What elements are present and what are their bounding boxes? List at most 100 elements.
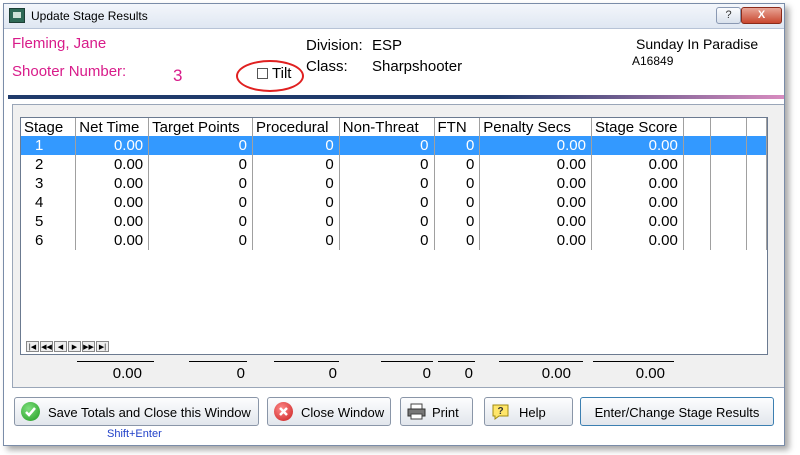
close-icon xyxy=(274,402,293,421)
table-cell[interactable]: 0.00 xyxy=(591,212,684,231)
table-cell[interactable]: 0.00 xyxy=(591,155,684,174)
table-cell[interactable]: 0 xyxy=(252,212,340,231)
table-cell[interactable]: 0.00 xyxy=(479,212,592,231)
close-window-button[interactable]: Close Window xyxy=(267,397,391,426)
printer-icon xyxy=(407,402,426,421)
division-label: Division: xyxy=(306,37,363,54)
division-value: ESP xyxy=(372,37,403,54)
table-cell[interactable]: 0 xyxy=(252,155,340,174)
table-cell[interactable]: 0.00 xyxy=(75,136,150,155)
table-cell[interactable]: 0.00 xyxy=(75,212,150,231)
table-cell[interactable]: 0 xyxy=(339,174,435,193)
table-cell[interactable]: 5 xyxy=(21,212,77,231)
tilt-checkbox[interactable] xyxy=(257,68,268,79)
table-cell[interactable]: 0 xyxy=(252,193,340,212)
table-cell[interactable]: 0 xyxy=(434,193,481,212)
table-cell-empty xyxy=(746,231,767,250)
table-cell[interactable]: 0.00 xyxy=(75,174,150,193)
table-cell[interactable]: 0.00 xyxy=(479,136,592,155)
col-header-ftn[interactable]: FTN xyxy=(434,118,481,136)
table-cell[interactable]: 4 xyxy=(21,193,77,212)
table-cell[interactable]: 0.00 xyxy=(479,193,592,212)
table-cell[interactable]: 2 xyxy=(21,155,77,174)
table-cell[interactable]: 0.00 xyxy=(479,155,592,174)
table-cell[interactable]: 0.00 xyxy=(591,174,684,193)
table-cell[interactable]: 0.00 xyxy=(591,136,684,155)
table-cell[interactable]: 0.00 xyxy=(479,174,592,193)
tilt-highlight-ring xyxy=(236,60,304,92)
grid-header-row: Stage Net Time Target Points Procedural … xyxy=(21,118,767,136)
table-row[interactable]: 5 0.00 0 0 0 0 0.00 0.00 xyxy=(21,212,767,231)
class-label: Class: xyxy=(306,58,348,75)
table-cell[interactable]: 0 xyxy=(339,193,435,212)
col-header-extra xyxy=(746,118,767,136)
table-cell[interactable]: 0.00 xyxy=(591,193,684,212)
table-cell[interactable]: 0 xyxy=(339,231,435,250)
next-page-button[interactable]: ▶▶ xyxy=(82,341,95,352)
col-header-stage-score[interactable]: Stage Score xyxy=(591,118,684,136)
table-cell[interactable]: 0 xyxy=(434,212,481,231)
table-cell[interactable]: 0 xyxy=(148,231,253,250)
print-button[interactable]: Print xyxy=(400,397,473,426)
help-button[interactable]: ? Help xyxy=(484,397,573,426)
table-cell-empty xyxy=(683,212,711,231)
table-cell-empty xyxy=(746,136,767,155)
table-cell[interactable]: 0.00 xyxy=(75,193,150,212)
title-bar[interactable]: Update Stage Results ? X xyxy=(4,4,784,29)
table-cell[interactable]: 0 xyxy=(339,155,435,174)
col-header-extra xyxy=(683,118,711,136)
table-cell[interactable]: 0.00 xyxy=(591,231,684,250)
table-cell[interactable]: 0 xyxy=(148,193,253,212)
first-record-button[interactable]: |◀ xyxy=(26,341,39,352)
table-row[interactable]: 1 0.00 0 0 0 0 0.00 0.00 xyxy=(21,136,767,155)
col-header-procedural[interactable]: Procedural xyxy=(252,118,340,136)
table-cell[interactable]: 6 xyxy=(21,231,77,250)
table-cell[interactable]: 1 xyxy=(21,136,77,155)
table-cell[interactable]: 0 xyxy=(252,136,340,155)
tilt-label[interactable]: Tilt xyxy=(272,65,291,82)
table-row[interactable]: 4 0.00 0 0 0 0 0.00 0.00 xyxy=(21,193,767,212)
table-cell[interactable]: 3 xyxy=(21,174,77,193)
table-cell-empty xyxy=(710,193,748,212)
close-title-button[interactable]: X xyxy=(741,7,782,24)
table-cell[interactable]: 0.00 xyxy=(75,155,150,174)
stage-results-grid[interactable]: Stage Net Time Target Points Procedural … xyxy=(20,117,768,355)
next-record-button[interactable]: ▶ xyxy=(68,341,81,352)
total-underline xyxy=(274,361,339,362)
table-cell[interactable]: 0 xyxy=(148,136,253,155)
table-cell-empty xyxy=(683,136,711,155)
table-cell[interactable]: 0 xyxy=(252,174,340,193)
prev-page-button[interactable]: ◀◀ xyxy=(40,341,53,352)
table-cell[interactable]: 0 xyxy=(339,136,435,155)
col-header-target-points[interactable]: Target Points xyxy=(148,118,253,136)
table-row[interactable]: 3 0.00 0 0 0 0 0.00 0.00 xyxy=(21,174,767,193)
enter-change-stage-results-button[interactable]: Enter/Change Stage Results xyxy=(580,397,774,426)
table-cell[interactable]: 0.00 xyxy=(75,231,150,250)
total-stage-score: 0.00 xyxy=(635,365,665,382)
col-header-stage[interactable]: Stage xyxy=(21,118,77,136)
table-cell[interactable]: 0 xyxy=(434,174,481,193)
table-cell[interactable]: 0 xyxy=(434,155,481,174)
table-cell-empty xyxy=(746,193,767,212)
save-and-close-button[interactable]: Save Totals and Close this Window xyxy=(14,397,259,426)
table-cell-empty xyxy=(683,155,711,174)
table-cell[interactable]: 0 xyxy=(148,212,253,231)
help-title-button[interactable]: ? xyxy=(716,7,741,24)
table-cell[interactable]: 0 xyxy=(252,231,340,250)
table-row[interactable]: 6 0.00 0 0 0 0 0.00 0.00 xyxy=(21,231,767,250)
table-cell[interactable]: 0 xyxy=(148,155,253,174)
table-cell-empty xyxy=(746,155,767,174)
col-header-penalty-secs[interactable]: Penalty Secs xyxy=(479,118,592,136)
table-cell[interactable]: 0 xyxy=(434,136,481,155)
match-name: Sunday In Paradise xyxy=(636,36,759,52)
table-cell[interactable]: 0 xyxy=(339,212,435,231)
table-cell[interactable]: 0 xyxy=(148,174,253,193)
table-cell[interactable]: 0.00 xyxy=(479,231,592,250)
print-label: Print xyxy=(432,405,459,420)
prev-record-button[interactable]: ◀ xyxy=(54,341,67,352)
col-header-non-threat[interactable]: Non-Threat xyxy=(339,118,435,136)
table-row[interactable]: 2 0.00 0 0 0 0 0.00 0.00 xyxy=(21,155,767,174)
last-record-button[interactable]: ▶| xyxy=(96,341,109,352)
col-header-net-time[interactable]: Net Time xyxy=(75,118,150,136)
table-cell[interactable]: 0 xyxy=(434,231,481,250)
